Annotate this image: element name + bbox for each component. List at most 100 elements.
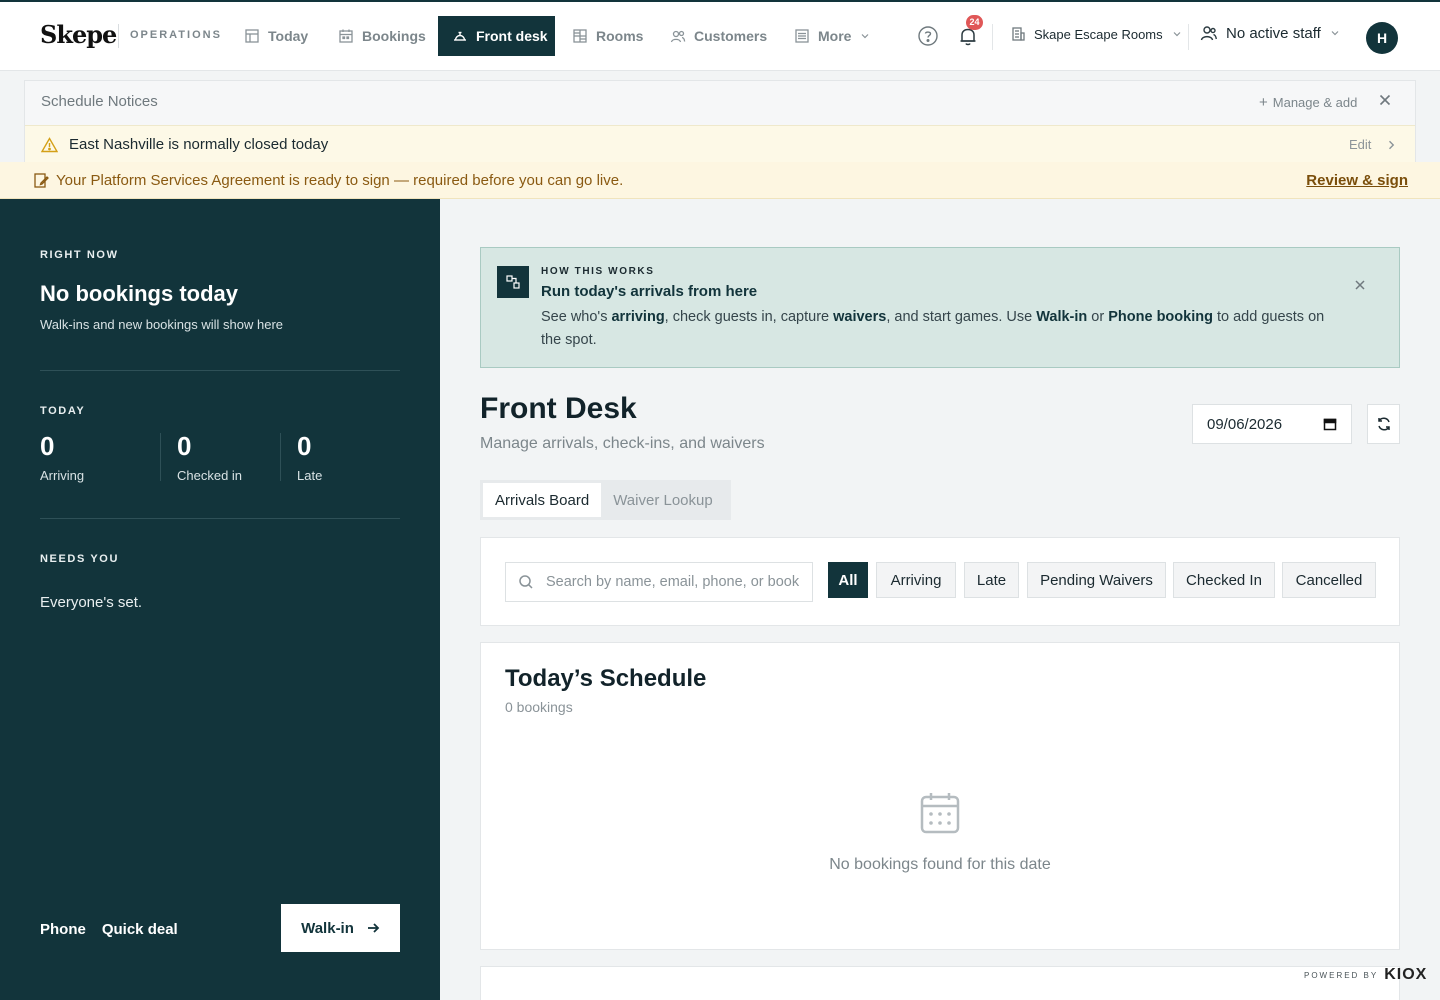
help-button[interactable] [916,24,940,48]
manage-add-button[interactable]: + Manage & add [1259,94,1357,111]
stat-value: 0 [177,431,192,461]
page-subtitle: Manage arrivals, check-ins, and waivers [480,435,765,452]
filter-late[interactable]: Late [964,562,1019,598]
quick-deal-link[interactable]: Quick deal [102,921,178,938]
next-card-partial [480,966,1400,1000]
logo-divider [118,24,119,48]
date-picker[interactable]: 09/06/2026 [1192,404,1352,444]
empty-state-text: No bookings found for this date [829,856,1051,873]
date-value: 09/06/2026 [1207,415,1283,433]
tab-waiver-lookup[interactable]: Waiver Lookup [601,483,725,517]
rooms-grid-icon [573,29,587,43]
empty-calendar-icon [919,791,961,840]
agreement-banner: Your Platform Services Agreement is read… [0,162,1440,199]
search-icon [519,575,533,589]
quick-actions: Phone Quick deal [40,921,178,938]
section-label: OPERATIONS [130,29,222,41]
close-notices-button[interactable] [1377,92,1393,113]
calendar-grid-icon [245,29,259,43]
nav-item-label: More [818,28,852,44]
how-title: Run today's arrivals from here [541,283,758,300]
stat-arriving: 0 Arriving [40,431,84,483]
schedule-title: Today’s Schedule [505,665,707,692]
phone-booking-link[interactable]: Phone [40,921,86,938]
stat-late: 0 Late [297,431,322,483]
tab-arrivals-board[interactable]: Arrivals Board [483,483,602,517]
booking-count: 0 bookings [505,699,573,715]
venue-selector[interactable]: Skape Escape Rooms [1010,26,1183,42]
document-sign-icon [33,172,49,194]
notice-item: East Nashville is normally closed today … [25,125,1415,163]
filter-bar: All Arriving Late Pending Waivers Checke… [480,537,1400,626]
venue-name: Skape Escape Rooms [1034,26,1163,42]
walk-in-button[interactable]: Walk-in [281,904,400,952]
workflow-icon [497,266,529,298]
powered-by: POWERED BY KIOX [1304,966,1427,984]
filter-all[interactable]: All [828,562,868,598]
help-circle-icon [918,26,938,46]
user-avatar[interactable]: H [1366,22,1398,54]
schedule-notices-panel: Schedule Notices + Manage & add East Nas… [24,80,1416,163]
stat-divider [160,433,161,481]
calendar-icon [339,29,353,43]
today-label: TODAY [40,405,86,417]
brand-logo: KIOX [1384,966,1428,983]
how-this-works-banner: HOW THIS WORKS Run today's arrivals from… [480,247,1400,368]
nav-divider [992,24,993,50]
notification-count-badge: 24 [966,15,983,30]
stat-value: 0 [297,431,312,461]
edit-label: Edit [1349,137,1372,152]
nav-item-label: Bookings [362,28,426,44]
notices-title: Schedule Notices [41,93,158,110]
stat-divider [280,433,281,481]
chevron-down-icon [1173,32,1181,37]
staff-selector[interactable]: No active staff [1200,24,1341,42]
top-navigation: Skepe OPERATIONS Today Bookings Front de… [0,2,1440,71]
user-icon [1200,26,1217,41]
app-logo[interactable]: Skepe [40,20,117,49]
review-sign-link[interactable]: Review & sign [1306,172,1408,189]
filter-pending-waivers[interactable]: Pending Waivers [1027,562,1166,598]
filter-checked-in[interactable]: Checked In [1173,562,1275,598]
stat-label: Late [297,468,323,483]
arrow-right-icon [367,923,380,933]
chevron-down-icon [1331,31,1339,36]
filter-cancelled[interactable]: Cancelled [1282,562,1376,598]
search-box [505,562,813,602]
stat-label: Arriving [40,468,85,483]
nav-item-label: Today [268,28,309,44]
close-icon [1379,94,1391,106]
notice-edit-button[interactable]: Edit [1349,137,1397,152]
divider [40,370,400,371]
staff-label: No active staff [1226,24,1321,42]
nav-item-today[interactable]: Today [230,16,322,56]
divider [40,518,400,519]
search-input[interactable] [546,574,800,590]
nav-item-customers[interactable]: Customers [656,16,781,56]
filter-arriving[interactable]: Arriving [876,562,956,598]
walk-in-label: Walk-in [301,919,354,937]
agreement-text: Your Platform Services Agreement is read… [56,172,624,189]
nav-item-label: Rooms [596,28,644,44]
right-now-sidebar: RIGHT NOW No bookings today Walk-ins and… [0,199,440,1000]
refresh-icon [1377,417,1390,431]
schedule-card: Today’s Schedule 0 bookings No bookings … [480,642,1400,950]
manage-add-label: Manage & add [1272,95,1358,110]
chevron-down-icon [862,34,869,39]
warning-icon [40,137,59,158]
chevron-right-icon [1389,140,1395,149]
nav-item-rooms[interactable]: Rooms [558,16,657,56]
building-icon [1012,27,1025,41]
nav-item-front-desk[interactable]: Front desk [438,16,555,56]
stat-checked-in: 0 Checked in [177,431,242,483]
needs-you-text: Everyone's set. [40,594,143,611]
nav-item-more[interactable]: More [780,16,885,56]
close-icon [1355,280,1365,290]
how-eyebrow: HOW THIS WORKS [541,266,655,277]
dismiss-how-button[interactable] [1353,278,1367,297]
nav-item-bookings[interactable]: Bookings [324,16,440,56]
stat-label: Checked in [177,468,243,483]
bell-desk-icon [454,31,466,41]
refresh-button[interactable] [1367,404,1400,444]
calendar-icon [1323,418,1337,431]
